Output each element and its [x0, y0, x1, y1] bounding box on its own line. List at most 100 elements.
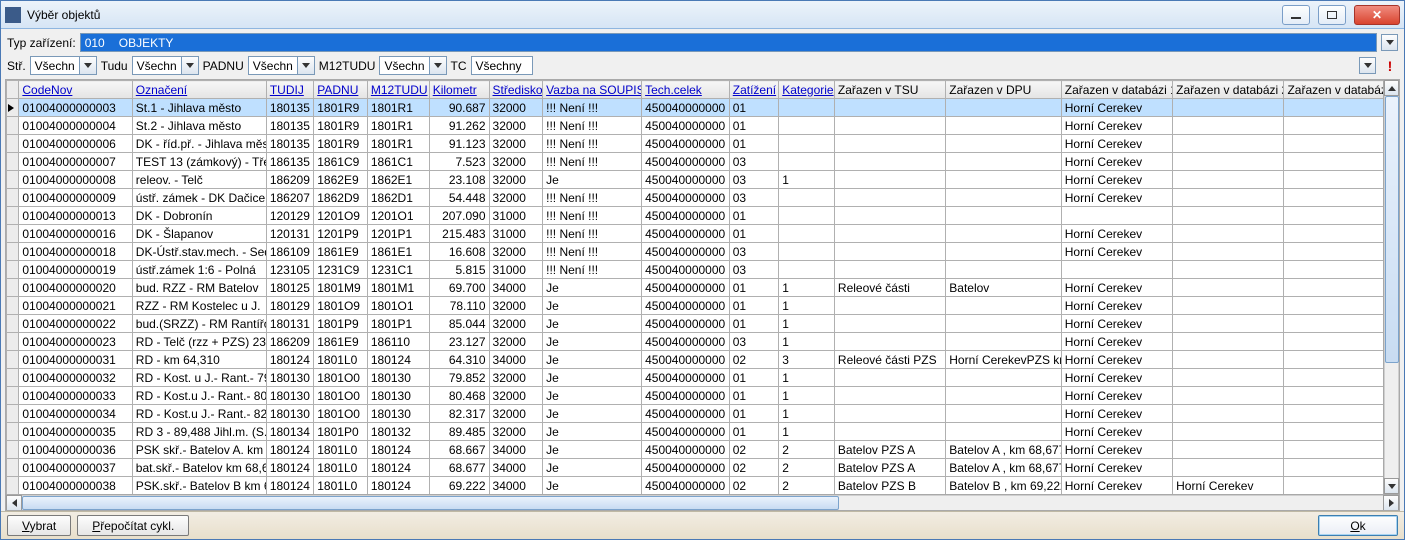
cell-db3[interactable]: [1284, 117, 1383, 135]
cell-tsu[interactable]: [834, 189, 945, 207]
cell-db2[interactable]: [1173, 423, 1284, 441]
cell-kat[interactable]: 1: [779, 405, 835, 423]
cell-dpu[interactable]: [946, 207, 1061, 225]
cell-tsu[interactable]: Batelov PZS B: [834, 477, 945, 495]
cell-zat[interactable]: 01: [729, 225, 778, 243]
cell-padnu[interactable]: 1801O9: [314, 297, 368, 315]
cell-db1[interactable]: Horní Cerekev: [1061, 351, 1172, 369]
grid-viewport[interactable]: CodeNovOznačeníTUDIJPADNUM12TUDUKilometr…: [6, 80, 1383, 494]
cell-tsu[interactable]: [834, 207, 945, 225]
cell-km[interactable]: 69.700: [429, 279, 489, 297]
cell-tc[interactable]: 450040000000: [642, 351, 730, 369]
cell-tudij[interactable]: 180134: [266, 423, 313, 441]
vertical-scrollbar[interactable]: [1383, 80, 1399, 494]
cell-tc[interactable]: 450040000000: [642, 99, 730, 117]
row-indicator[interactable]: [7, 423, 19, 441]
cell-zat[interactable]: 02: [729, 351, 778, 369]
cell-db3[interactable]: [1284, 351, 1383, 369]
cell-str[interactable]: 32000: [489, 315, 543, 333]
table-row[interactable]: 01004000000008releov. - Telč1862091862E9…: [7, 171, 1384, 189]
cell-code[interactable]: 01004000000007: [19, 153, 132, 171]
cell-str[interactable]: 32000: [489, 423, 543, 441]
cell-m12[interactable]: 180130: [367, 369, 429, 387]
cell-dpu[interactable]: [946, 99, 1061, 117]
cell-vaz[interactable]: !!! Není !!!: [543, 153, 642, 171]
cell-m12[interactable]: 1201P1: [367, 225, 429, 243]
cell-tsu[interactable]: [834, 297, 945, 315]
cell-db3[interactable]: [1284, 369, 1383, 387]
cell-tc[interactable]: 450040000000: [642, 405, 730, 423]
cell-str[interactable]: 32000: [489, 153, 543, 171]
cell-tsu[interactable]: Releové části: [834, 279, 945, 297]
cell-ozn[interactable]: bud.(SRZZ) - RM Rantířov: [132, 315, 266, 333]
table-row[interactable]: 01004000000006DK - říd.př. - Jihlava měs…: [7, 135, 1384, 153]
cell-db1[interactable]: Horní Cerekev: [1061, 153, 1172, 171]
cell-m12[interactable]: 1801R1: [367, 117, 429, 135]
cell-str[interactable]: 32000: [489, 99, 543, 117]
cell-ozn[interactable]: RD 3 - 89,488 Jihl.m. (S.Ho: [132, 423, 266, 441]
cell-dpu[interactable]: [946, 369, 1061, 387]
cell-padnu[interactable]: 1862E9: [314, 171, 368, 189]
cell-m12[interactable]: 180124: [367, 441, 429, 459]
cell-m12[interactable]: 180124: [367, 459, 429, 477]
row-indicator[interactable]: [7, 153, 19, 171]
cell-code[interactable]: 01004000000034: [19, 405, 132, 423]
cell-kat[interactable]: [779, 117, 835, 135]
cell-tc[interactable]: 450040000000: [642, 243, 730, 261]
cell-str[interactable]: 32000: [489, 297, 543, 315]
cell-kat[interactable]: 1: [779, 279, 835, 297]
cell-db2[interactable]: Horní Cerekev: [1173, 477, 1284, 495]
column-header-dpu[interactable]: Zařazen v DPU: [946, 81, 1061, 99]
cell-tsu[interactable]: [834, 243, 945, 261]
cell-dpu[interactable]: Batelov A , km 68,677: [946, 459, 1061, 477]
cell-km[interactable]: 89.485: [429, 423, 489, 441]
cell-vaz[interactable]: Je: [543, 477, 642, 495]
cell-db1[interactable]: Horní Cerekev: [1061, 243, 1172, 261]
cell-m12[interactable]: 180132: [367, 423, 429, 441]
cell-vaz[interactable]: Je: [543, 171, 642, 189]
cell-ozn[interactable]: releov. - Telč: [132, 171, 266, 189]
cell-vaz[interactable]: !!! Není !!!: [543, 117, 642, 135]
cell-db1[interactable]: Horní Cerekev: [1061, 315, 1172, 333]
cell-km[interactable]: 54.448: [429, 189, 489, 207]
cell-db2[interactable]: [1173, 351, 1284, 369]
cell-tudij[interactable]: 180124: [266, 459, 313, 477]
row-indicator[interactable]: [7, 459, 19, 477]
table-row[interactable]: 01004000000020bud. RZZ - RM Batelov18012…: [7, 279, 1384, 297]
cell-code[interactable]: 01004000000031: [19, 351, 132, 369]
cell-padnu[interactable]: 1801L0: [314, 459, 368, 477]
cell-db3[interactable]: [1284, 315, 1383, 333]
cell-m12[interactable]: 1201O1: [367, 207, 429, 225]
cell-m12[interactable]: 180124: [367, 477, 429, 495]
cell-db3[interactable]: [1284, 225, 1383, 243]
cell-ozn[interactable]: ústř. zámek - DK Dačice: [132, 189, 266, 207]
cell-m12[interactable]: 1801R1: [367, 99, 429, 117]
cell-m12[interactable]: 1801O1: [367, 297, 429, 315]
cell-str[interactable]: 32000: [489, 243, 543, 261]
cell-vaz[interactable]: Je: [543, 441, 642, 459]
column-header-db1[interactable]: Zařazen v databázi 1: [1061, 81, 1172, 99]
cell-tudij[interactable]: 180131: [266, 315, 313, 333]
cell-ozn[interactable]: bud. RZZ - RM Batelov: [132, 279, 266, 297]
cell-ozn[interactable]: RD - Kost. u J.- Rant.- 79,85: [132, 369, 266, 387]
cell-db1[interactable]: Horní Cerekev: [1061, 189, 1172, 207]
cell-dpu[interactable]: [946, 333, 1061, 351]
cell-db3[interactable]: [1284, 243, 1383, 261]
table-row[interactable]: 01004000000038PSK.skř.- Batelov B km 691…: [7, 477, 1384, 495]
row-indicator[interactable]: [7, 279, 19, 297]
cell-ozn[interactable]: St.1 - Jihlava město: [132, 99, 266, 117]
cell-str[interactable]: 32000: [489, 171, 543, 189]
row-indicator[interactable]: [7, 243, 19, 261]
cell-db3[interactable]: [1284, 153, 1383, 171]
cell-padnu[interactable]: 1862D9: [314, 189, 368, 207]
cell-kat[interactable]: 1: [779, 387, 835, 405]
cell-tc[interactable]: 450040000000: [642, 279, 730, 297]
cell-db1[interactable]: Horní Cerekev: [1061, 423, 1172, 441]
column-header-tsu[interactable]: Zařazen v TSU: [834, 81, 945, 99]
vybrat-button[interactable]: Vybrat: [7, 515, 71, 536]
column-header-code[interactable]: CodeNov: [19, 81, 132, 99]
table-row[interactable]: 01004000000018DK-Ústř.stav.mech. - Sedle…: [7, 243, 1384, 261]
cell-code[interactable]: 01004000000036: [19, 441, 132, 459]
cell-tsu[interactable]: Batelov PZS A: [834, 459, 945, 477]
cell-kat[interactable]: 1: [779, 315, 835, 333]
